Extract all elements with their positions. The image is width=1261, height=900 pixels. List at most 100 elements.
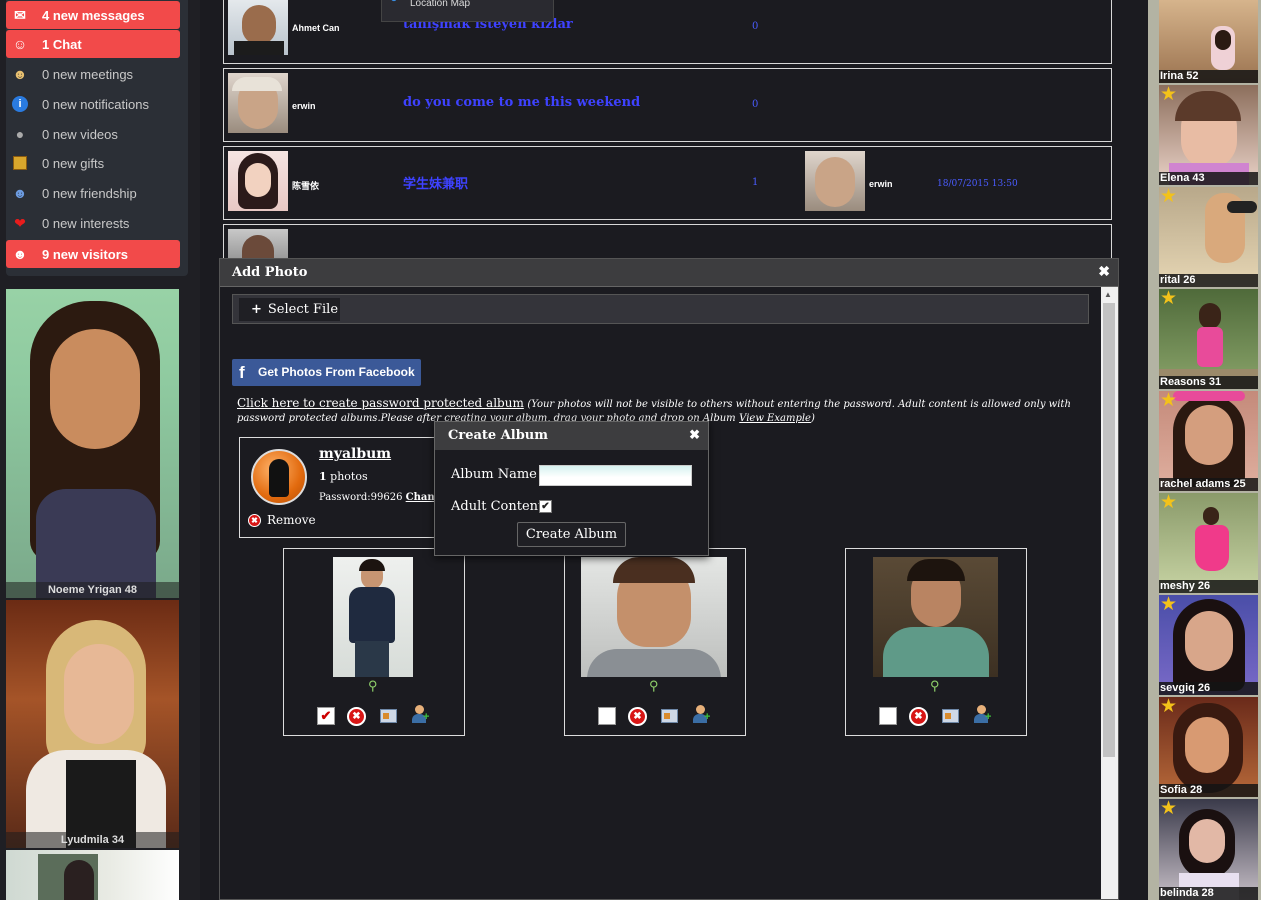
create-album-button[interactable]: Create Album xyxy=(517,522,626,547)
notif-label: 1 Chat xyxy=(42,36,82,52)
message-row[interactable]: 陈雪依 学生妹兼职 1 erwin 18/07/2015 13:50 xyxy=(223,146,1112,220)
profile-caption: Irina 52 xyxy=(1159,70,1258,83)
set-profile-photo-icon[interactable]: + xyxy=(693,705,712,724)
profile-caption: Reasons 31 xyxy=(1159,376,1258,389)
album-password: Password:99626 Change xyxy=(319,492,448,503)
modal-header: Add Photo ✖ xyxy=(220,259,1118,287)
heart-icon: ❤ xyxy=(14,214,26,231)
notif-messages[interactable]: ✉ 4 new messages xyxy=(6,1,180,29)
notif-label: 0 new videos xyxy=(42,126,118,142)
photo-card[interactable]: ⚲ ✔ ✖ + xyxy=(283,548,465,736)
rail-profile-card[interactable]: ★ rital 26 xyxy=(1159,187,1258,287)
plus-icon: + xyxy=(251,302,262,317)
select-checkbox[interactable]: ✔ xyxy=(317,707,335,725)
reply-date: 18/07/2015 13:50 xyxy=(937,179,1018,189)
rail-profile-card[interactable]: Irina 52 xyxy=(1159,0,1258,83)
rail-profile-card[interactable]: ★ Sofia 28 xyxy=(1159,697,1258,797)
notif-videos[interactable]: ● 0 new videos xyxy=(6,120,180,148)
sender-name: 陈雪依 xyxy=(292,181,320,191)
message-row[interactable]: erwin do you come to me this weekend 0 xyxy=(223,68,1112,142)
album-count-label: photos xyxy=(330,470,368,483)
sender-avatar xyxy=(228,0,288,55)
facebook-import-button[interactable]: f Get Photos From Facebook xyxy=(232,359,421,386)
rail-profile-card[interactable]: ★ Reasons 31 xyxy=(1159,289,1258,389)
rail-profile-card[interactable]: ★ rachel adams 25 xyxy=(1159,391,1258,491)
remove-icon: ✖ xyxy=(248,513,261,527)
notif-friendship[interactable]: ☻ 0 new friendship xyxy=(6,179,180,207)
album-name-input[interactable] xyxy=(539,465,692,486)
scroll-up-arrow-icon[interactable]: ▲ xyxy=(1104,290,1112,299)
delete-photo-icon[interactable]: ✖ xyxy=(347,707,366,726)
add-photo-modal: Add Photo ✖ + Select File f Get Photos Fr… xyxy=(219,258,1119,900)
rail-profile-card[interactable]: ★ belinda 28 xyxy=(1159,799,1258,900)
featured-star-icon: ★ xyxy=(1160,799,1178,819)
rail-profile-card[interactable]: ★ Elena 43 xyxy=(1159,85,1258,185)
edit-photo-icon[interactable] xyxy=(661,709,678,723)
select-checkbox[interactable] xyxy=(598,707,616,725)
album-icon xyxy=(251,449,307,505)
profile-photo xyxy=(6,289,179,598)
profile-caption: Sofia 28 xyxy=(1159,784,1258,797)
featured-star-icon: ★ xyxy=(1160,391,1178,411)
album-name-label: Album Name xyxy=(451,467,537,482)
set-profile-photo-icon[interactable]: + xyxy=(412,705,431,724)
sender-avatar xyxy=(228,73,288,133)
rail-profile-card[interactable]: ★ sevgiq 26 xyxy=(1159,595,1258,695)
close-icon[interactable]: ✖ xyxy=(1098,263,1110,280)
left-profile-card[interactable]: Lyudmila 34 xyxy=(6,600,179,848)
message-count: 0 xyxy=(752,21,759,32)
location-map-label: Location Map xyxy=(410,0,471,9)
profile-caption: sevgiq 26 xyxy=(1159,682,1258,695)
notif-notifications[interactable]: i 0 new notifications xyxy=(6,90,180,118)
edit-photo-icon[interactable] xyxy=(380,709,397,723)
album-note-end: ) xyxy=(810,413,815,424)
zoom-icon[interactable]: ⚲ xyxy=(649,679,663,693)
album-card[interactable]: myalbum 1 photos Password:99626 Change ✖… xyxy=(239,437,449,538)
zoom-icon[interactable]: ⚲ xyxy=(368,679,382,693)
envelope-icon: ✉ xyxy=(14,6,26,23)
message-subject[interactable]: do you come to me this weekend xyxy=(403,95,640,110)
message-row[interactable]: Ahmet Can tanışmak isteyen kızlar 0 xyxy=(223,0,1112,64)
notif-meetings[interactable]: ☻ 0 new meetings xyxy=(6,60,180,88)
photo-card[interactable]: ⚲ ✖ + xyxy=(564,548,746,736)
zoom-icon[interactable]: ⚲ xyxy=(930,679,944,693)
notif-chat[interactable]: ☺ 1 Chat xyxy=(6,30,180,58)
scrollbar-thumb[interactable] xyxy=(1103,303,1115,757)
album-name[interactable]: myalbum xyxy=(319,446,391,462)
adult-content-checkbox[interactable]: ✔ xyxy=(539,500,552,513)
left-profile-card[interactable]: Noeme Yrigan 48 xyxy=(6,289,179,598)
notif-visitors[interactable]: ☻ 9 new visitors xyxy=(6,240,180,268)
photo-thumbnail[interactable] xyxy=(333,557,413,677)
message-count: 1 xyxy=(752,177,759,188)
edit-photo-icon[interactable] xyxy=(942,709,959,723)
select-checkbox[interactable] xyxy=(879,707,897,725)
select-file-button[interactable]: + Select File xyxy=(239,298,340,321)
left-profile-card[interactable] xyxy=(6,850,179,900)
dialog-header: Create Album ✖ xyxy=(435,422,708,450)
profile-caption: meshy 26 xyxy=(1159,580,1258,593)
album-count-number: 1 xyxy=(319,470,327,483)
profile-caption: Elena 43 xyxy=(1159,172,1258,185)
sender-name: Ahmet Can xyxy=(292,23,340,33)
photo-card[interactable]: ⚲ ✖ + xyxy=(845,548,1027,736)
delete-photo-icon[interactable]: ✖ xyxy=(909,707,928,726)
notif-gifts[interactable]: 0 new gifts xyxy=(6,149,180,177)
set-profile-photo-icon[interactable]: + xyxy=(974,705,993,724)
close-icon[interactable]: ✖ xyxy=(689,427,700,443)
globe-icon: ● xyxy=(390,0,398,4)
featured-star-icon: ★ xyxy=(1160,493,1178,513)
location-map-tooltip[interactable]: ● Location Map xyxy=(381,0,554,22)
view-example-link[interactable]: View Example xyxy=(739,413,811,424)
modal-scrollbar[interactable]: ▲ xyxy=(1101,287,1118,899)
rail-profile-card[interactable]: ★ meshy 26 xyxy=(1159,493,1258,593)
notif-interests[interactable]: ❤ 0 new interests xyxy=(6,209,180,237)
photo-thumbnail[interactable] xyxy=(581,557,727,677)
visitor-icon: ☻ xyxy=(12,246,28,262)
reply-avatar xyxy=(805,151,865,211)
message-subject[interactable]: 学生妹兼职 xyxy=(403,173,468,192)
photo-thumbnail[interactable] xyxy=(873,557,998,677)
delete-photo-icon[interactable]: ✖ xyxy=(628,707,647,726)
remove-album-button[interactable]: ✖ Remove xyxy=(248,513,316,527)
create-album-link[interactable]: Click here to create password protected … xyxy=(237,396,524,410)
sender-avatar xyxy=(228,151,288,211)
